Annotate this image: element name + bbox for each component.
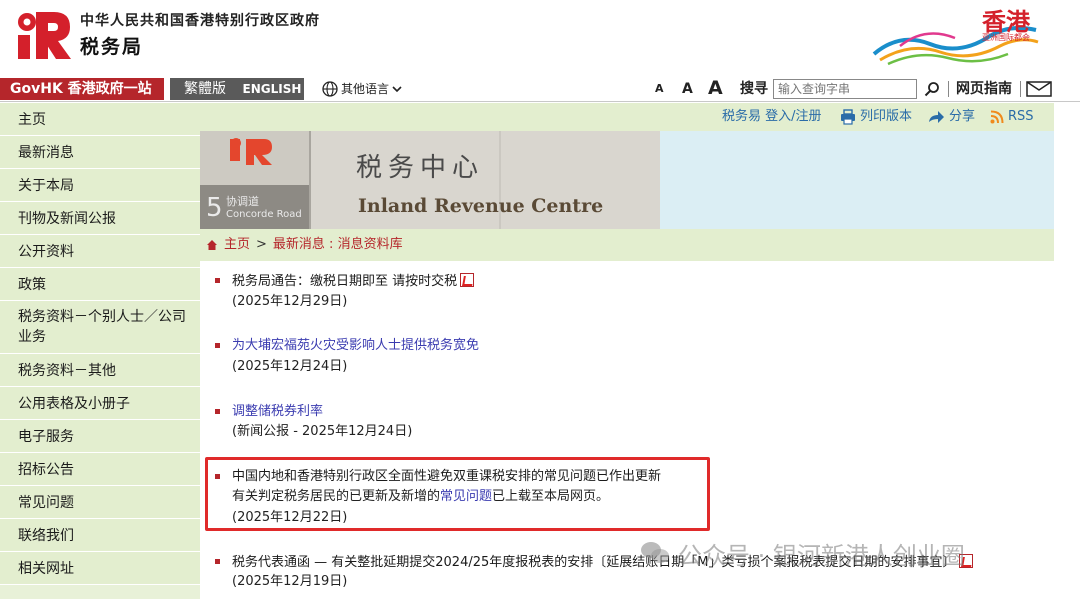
banner-address-english: Concorde Road bbox=[226, 209, 302, 220]
breadcrumb-current: 最新消息 : 消息资料库 bbox=[272, 237, 403, 252]
bullet-icon bbox=[215, 409, 220, 414]
mail-icon[interactable] bbox=[1026, 81, 1052, 97]
brand-hong-kong: 香港 亚洲国际都会 bbox=[870, 2, 1040, 72]
breadcrumb: 主页 > 最新消息 : 消息资料库 bbox=[200, 229, 1054, 261]
news-item-title[interactable]: 为大埔宏福苑火灾受影响人士提供税务宽免 bbox=[232, 338, 479, 354]
other-languages-label: 其他语言 bbox=[341, 82, 390, 96]
news-title-text[interactable]: 税务局通告：缴税日期即至 请按时交税 bbox=[232, 274, 457, 289]
search-input[interactable] bbox=[773, 79, 917, 99]
chevron-down-icon bbox=[392, 86, 402, 93]
sidebar-nav: 主页 最新消息 关于本局 刊物及新闻公报 公开资料 政策 税务资料－个别人士／公… bbox=[0, 103, 200, 599]
sidebar-item-about-us[interactable]: 关于本局 bbox=[0, 169, 200, 202]
share-icon bbox=[929, 111, 944, 123]
department-title: 税务局 bbox=[80, 36, 144, 58]
banner-address-number: 5 bbox=[206, 193, 223, 223]
news-item-date: (2025年12月24日) bbox=[232, 359, 348, 374]
banner-sign-chinese: 税务中心 bbox=[356, 153, 485, 183]
globe-icon bbox=[322, 81, 338, 97]
divider bbox=[1020, 81, 1021, 97]
sidebar-item-related-links[interactable]: 相关网址 bbox=[0, 552, 200, 585]
brand-subtext: 亚洲国际都会 bbox=[982, 33, 1030, 42]
bullet-icon bbox=[215, 278, 220, 283]
font-size-large-button[interactable]: A bbox=[708, 78, 723, 98]
site-header: 中华人民共和国香港特别行政区政府 税务局 香港 亚洲国际都会 bbox=[0, 0, 1080, 76]
breadcrumb-separator: > bbox=[256, 237, 267, 252]
rss-icon bbox=[990, 110, 1004, 124]
site-guide-link[interactable]: 网页指南 bbox=[956, 79, 1012, 99]
sidebar-item-tenders[interactable]: 招标公告 bbox=[0, 453, 200, 486]
divider bbox=[948, 81, 949, 97]
bullet-icon bbox=[215, 343, 220, 348]
font-size-medium-button[interactable]: A bbox=[682, 78, 693, 100]
watermark: 公众号 · 银河新港人创业圈 bbox=[640, 537, 965, 570]
top-bar: GovHK 香港政府一站通 繁體版 ENGLISH 其他语言 A A A 搜寻 … bbox=[0, 76, 1080, 119]
list-item: 税务局通告：缴税日期即至 请按时交税 (2025年12月29日) bbox=[212, 273, 1052, 313]
search-label: 搜寻 bbox=[740, 81, 768, 97]
sidebar-item-forms[interactable]: 公用表格及小册子 bbox=[0, 387, 200, 420]
print-version-link[interactable]: 列印版本 bbox=[840, 108, 912, 126]
sidebar-item-e-services[interactable]: 电子服务 bbox=[0, 420, 200, 453]
sidebar-item-whats-new[interactable]: 最新消息 bbox=[0, 136, 200, 169]
bullet-icon bbox=[215, 559, 220, 564]
share-label: 分享 bbox=[949, 109, 976, 124]
watermark-text: 公众号 · 银河新港人创业圈 bbox=[678, 541, 965, 570]
ird-logo-icon[interactable] bbox=[14, 8, 72, 60]
banner-sign-english: Inland Revenue Centre bbox=[358, 195, 604, 217]
list-item: 调整储税券利率 (新闻公报 - 2025年12月24日) bbox=[212, 404, 1052, 444]
traditional-chinese-link[interactable]: 繁體版 bbox=[170, 78, 240, 100]
rss-label: RSS bbox=[1008, 109, 1034, 124]
building-photo-image bbox=[200, 131, 1054, 229]
news-item-date: (新闻公报 - 2025年12月24日) bbox=[232, 424, 413, 439]
search-icon bbox=[924, 82, 939, 97]
list-item: 为大埔宏福苑火灾受影响人士提供税务宽免 (2025年12月24日) bbox=[212, 338, 1052, 378]
sidebar-item-contact-us[interactable]: 联络我们 bbox=[0, 519, 200, 552]
news-item-date: (2025年12月29日) bbox=[232, 294, 348, 309]
breadcrumb-home-link[interactable]: 主页 bbox=[224, 229, 250, 261]
news-item-title[interactable]: 调整储税券利率 bbox=[232, 404, 323, 420]
sidebar-item-home[interactable]: 主页 bbox=[0, 103, 200, 136]
other-languages-dropdown[interactable]: 其他语言 bbox=[322, 79, 402, 99]
inland-revenue-centre-banner: 税务中心 Inland Revenue Centre 5 协调道 Concord… bbox=[200, 131, 1054, 229]
sidebar-item-tax-info-individuals[interactable]: 税务资料－个别人士／公司业务 bbox=[0, 301, 200, 354]
pdf-icon[interactable] bbox=[460, 273, 475, 287]
sidebar-item-public-info[interactable]: 公开资料 bbox=[0, 235, 200, 268]
news-item-title[interactable]: 税务局通告：缴税日期即至 请按时交税 bbox=[232, 273, 475, 290]
search-button[interactable] bbox=[921, 79, 943, 99]
sidebar-item-publications[interactable]: 刊物及新闻公报 bbox=[0, 202, 200, 235]
highlight-box bbox=[205, 457, 710, 531]
printer-icon bbox=[841, 109, 855, 125]
print-version-label: 列印版本 bbox=[860, 109, 913, 124]
sidebar-item-policy[interactable]: 政策 bbox=[0, 268, 200, 301]
share-link[interactable]: 分享 bbox=[927, 108, 975, 126]
rss-link[interactable]: RSS bbox=[990, 108, 1034, 126]
news-item-date: (2025年12月19日) bbox=[232, 574, 348, 589]
utility-toolbar: 税务易 登入/注册 列印版本 分享 RSS bbox=[200, 103, 1054, 131]
govhk-link[interactable]: GovHK 香港政府一站通 bbox=[0, 78, 164, 119]
wechat-icon bbox=[641, 542, 669, 563]
font-size-small-button[interactable]: A bbox=[655, 78, 664, 100]
home-icon[interactable] bbox=[206, 239, 218, 251]
sidebar-item-faq[interactable]: 常见问题 bbox=[0, 486, 200, 519]
etax-login-link[interactable]: 税务易 登入/注册 bbox=[722, 108, 822, 126]
english-link[interactable]: ENGLISH bbox=[240, 78, 304, 100]
government-title: 中华人民共和国香港特别行政区政府 bbox=[80, 13, 320, 29]
sidebar-item-tax-info-others[interactable]: 税务资料－其他 bbox=[0, 354, 200, 387]
banner-address-chinese: 协调道 bbox=[226, 195, 259, 208]
